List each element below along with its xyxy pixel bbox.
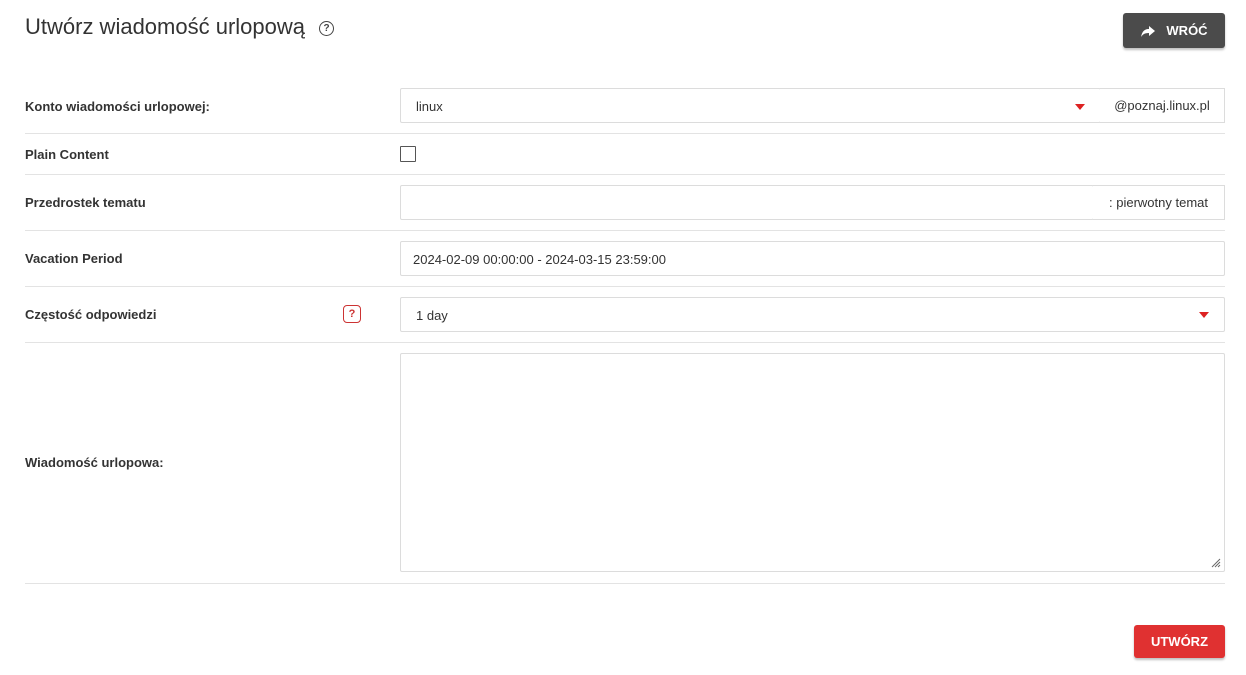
subject-prefix-row: Przedrostek tematu : pierwotny temat (25, 175, 1225, 231)
subject-suffix-addon: : pierwotny temat (1093, 185, 1225, 220)
plain-content-row: Plain Content (25, 134, 1225, 175)
page-title-text: Utwórz wiadomość urlopową (25, 14, 305, 39)
share-arrow-icon (1141, 25, 1156, 37)
reply-frequency-select[interactable]: 1 day (400, 297, 1225, 332)
question-circle-icon[interactable]: ? (319, 20, 334, 36)
account-row: Konto wiadomości urlopowej: linux @pozna… (25, 88, 1225, 134)
reply-frequency-value: 1 day (416, 308, 448, 323)
back-button-label: WRÓĆ (1166, 23, 1208, 38)
plain-content-label: Plain Content (25, 147, 109, 162)
chevron-down-icon (1075, 104, 1085, 110)
message-textarea[interactable] (400, 353, 1225, 572)
account-select-value: linux (416, 99, 443, 114)
reply-frequency-label: Częstość odpowiedzi (25, 307, 157, 322)
create-button[interactable]: UTWÓRZ (1134, 625, 1225, 658)
vacation-period-row: Vacation Period 2024-02-09 00:00:00 - 20… (25, 231, 1225, 287)
page-title: Utwórz wiadomość urlopową ? (25, 14, 334, 40)
vacation-period-input[interactable]: 2024-02-09 00:00:00 - 2024-03-15 23:59:0… (400, 241, 1225, 276)
subject-prefix-input[interactable] (400, 185, 1094, 220)
plain-content-checkbox[interactable] (400, 146, 416, 162)
message-label: Wiadomość urlopowa: (25, 455, 164, 470)
account-domain-addon: @poznaj.linux.pl (1100, 88, 1225, 123)
account-select[interactable]: linux (400, 88, 1101, 123)
vacation-period-value: 2024-02-09 00:00:00 - 2024-03-15 23:59:0… (413, 252, 666, 267)
resize-grip-icon[interactable] (1211, 558, 1221, 568)
help-icon[interactable]: ? (343, 305, 361, 323)
chevron-down-icon (1199, 312, 1209, 318)
reply-frequency-row: Częstość odpowiedzi ? 1 day (25, 287, 1225, 343)
message-row: Wiadomość urlopowa: (25, 343, 1225, 584)
subject-suffix-text: : pierwotny temat (1109, 195, 1208, 210)
back-button[interactable]: WRÓĆ (1123, 13, 1225, 48)
subject-prefix-label: Przedrostek tematu (25, 195, 146, 210)
account-label: Konto wiadomości urlopowej: (25, 99, 210, 114)
account-domain-text: @poznaj.linux.pl (1114, 98, 1210, 113)
vacation-period-label: Vacation Period (25, 251, 123, 266)
